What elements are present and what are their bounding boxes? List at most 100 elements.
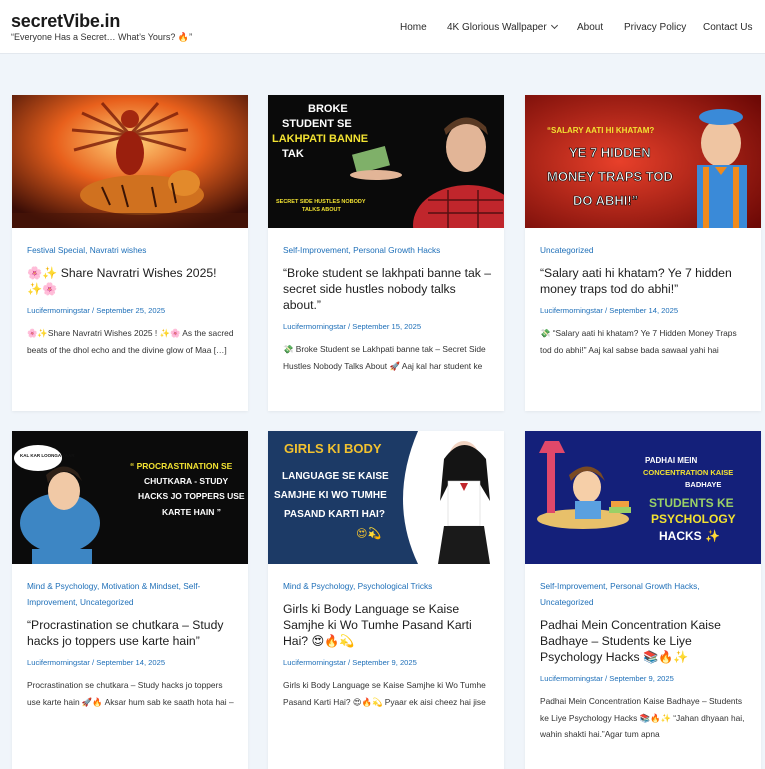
post-card: GIRLS KI BODY LANGUAGE SE KAISE SAMJHE K… [268, 431, 504, 769]
thumb-headline: SAMJHE KI WO TUMHE [274, 490, 387, 501]
post-title[interactable]: 🌸✨ Share Navratri Wishes 2025! ✨🌸 [27, 265, 235, 297]
post-title[interactable]: “Procrastination se chutkara – Study hac… [27, 617, 235, 649]
post-excerpt: Girls ki Body Language se Kaise Samjhe k… [283, 680, 486, 707]
post-excerpt: 💸 Broke Student se Lakhpati banne tak – … [283, 344, 486, 371]
thumb-headline: TAK [282, 148, 304, 160]
post-content: Mind & Psychology, Motivation & Mindset,… [27, 578, 235, 710]
site-header: secretVibe.in “Everyone Has a Secret… Wh… [0, 0, 765, 54]
thumb-headline: YE 7 HIDDEN [569, 145, 651, 160]
nav-item-wallpaper-label: 4K Glorious Wallpaper [447, 22, 547, 33]
salary-traps-image: “SALARY AATI HI KHATAM? YE 7 HIDDEN MONE… [525, 95, 761, 228]
chevron-down-icon [550, 21, 558, 30]
thumb-headline: CHUTKARA - STUDY [144, 476, 229, 486]
durga-artwork-image [12, 95, 248, 228]
post-thumbnail[interactable]: KAL KAR LOONGA YAAR “ PROCRASTINATION SE… [12, 431, 248, 564]
nav-item-contact-us[interactable]: Contact Us [703, 21, 752, 35]
post-date: September 15, 2025 [352, 322, 422, 331]
thumb-headline: HACKS JO TOPPERS USE [138, 491, 245, 501]
post-categories: Uncategorized [540, 242, 748, 258]
thumb-headline: BADHAYE [685, 480, 721, 489]
post-card: PADHAI MEIN CONCENTRATION KAISE BADHAYE … [525, 431, 761, 769]
category-link[interactable]: Uncategorized [540, 245, 594, 255]
category-link[interactable]: Psychological Tricks [358, 581, 433, 591]
post-thumbnail[interactable]: “SALARY AATI HI KHATAM? YE 7 HIDDEN MONE… [525, 95, 761, 228]
thumb-headline: KARTE HAIN ” [162, 507, 221, 517]
post-meta: Lucifermorningstar / September 14, 2025 [540, 306, 679, 315]
category-link[interactable]: Uncategorized [540, 597, 594, 607]
post-meta: Lucifermorningstar / September 9, 2025 [540, 674, 674, 683]
post-content: Mind & Psychology, Psychological Tricks … [283, 578, 491, 710]
thumb-headline: STUDENTS KE [649, 496, 734, 510]
post-content: Festival Special, Navratri wishes 🌸✨ Sha… [27, 242, 235, 358]
thumb-headline: GIRLS KI BODY [284, 441, 382, 456]
post-thumbnail[interactable] [12, 95, 248, 228]
nav-item-about[interactable]: About [577, 21, 603, 35]
thumb-headline: PSYCHOLOGY [651, 512, 736, 526]
category-link[interactable]: Self-Improvement [540, 581, 605, 591]
body-language-image: GIRLS KI BODY LANGUAGE SE KAISE SAMJHE K… [268, 431, 504, 564]
thumb-subline: SECRET SIDE HUSTLES NOBODY [276, 199, 366, 205]
post-excerpt: 🌸✨Share Navratri Wishes 2025 ! ✨🌸 As the… [27, 328, 234, 355]
post-thumbnail[interactable]: GIRLS KI BODY LANGUAGE SE KAISE SAMJHE K… [268, 431, 504, 564]
category-link[interactable]: Uncategorized [80, 597, 134, 607]
thumb-headline: LANGUAGE SE KAISE [282, 471, 389, 482]
post-date: September 25, 2025 [96, 306, 166, 315]
post-content: Self-Improvement, Personal Growth Hacks … [283, 242, 491, 374]
nav-item-privacy-policy[interactable]: Privacy Policy [624, 21, 686, 35]
thumb-headline: HACKS ✨ [659, 529, 720, 543]
post-categories: Mind & Psychology, Motivation & Mindset,… [27, 581, 201, 607]
thumb-emoji: 😍💫 [356, 527, 381, 541]
post-date: September 9, 2025 [352, 658, 417, 667]
category-link[interactable]: Self-Improvement [283, 245, 348, 255]
post-categories: Mind & Psychology, Psychological Tricks [283, 581, 433, 591]
post-categories: Self-Improvement, Personal Growth Hacks [283, 245, 441, 255]
post-meta: Lucifermorningstar / September 15, 2025 [283, 322, 422, 331]
nav-item-home[interactable]: Home [400, 21, 427, 35]
category-link[interactable]: Mind & Psychology [27, 581, 97, 591]
category-link[interactable]: Navratri wishes [90, 245, 147, 255]
category-link[interactable]: Motivation & Mindset [102, 581, 179, 591]
post-excerpt: Padhai Mein Concentration Kaise Badhaye … [540, 696, 745, 739]
post-author[interactable]: Lucifermorningstar [27, 306, 90, 315]
thumb-headline: STUDENT SE [282, 118, 352, 130]
thumb-headline: LAKHPATI BANNE [272, 133, 368, 145]
thumb-subline: TALKS ABOUT [302, 207, 341, 213]
thumb-headline: “SALARY AATI HI KHATAM? [547, 126, 654, 135]
post-title[interactable]: “Salary aati hi khatam? Ye 7 hidden mone… [540, 265, 748, 297]
post-thumbnail[interactable]: PADHAI MEIN CONCENTRATION KAISE BADHAYE … [525, 431, 761, 564]
post-author[interactable]: Lucifermorningstar [540, 674, 603, 683]
thumb-headline: MONEY TRAPS TOD [547, 169, 673, 184]
post-card: BROKE STUDENT SE LAKHPATI BANNE TAK SECR… [268, 95, 504, 411]
post-title[interactable]: Girls ki Body Language se Kaise Samjhe k… [283, 601, 491, 649]
post-author[interactable]: Lucifermorningstar [27, 658, 90, 667]
thumb-headline: DO ABHI!” [573, 193, 638, 208]
post-content: Uncategorized “Salary aati hi khatam? Ye… [540, 242, 748, 358]
procrastination-image: KAL KAR LOONGA YAAR “ PROCRASTINATION SE… [12, 431, 248, 564]
thumb-bubble-text: KAL KAR LOONGA YAAR [20, 453, 75, 458]
post-thumbnail[interactable]: BROKE STUDENT SE LAKHPATI BANNE TAK SECR… [268, 95, 504, 228]
post-excerpt: Procrastination se chutkara – Study hack… [27, 680, 234, 707]
post-meta: Lucifermorningstar / September 25, 2025 [27, 306, 166, 315]
thumb-headline: CONCENTRATION KAISE [643, 468, 733, 477]
category-link[interactable]: Personal Growth Hacks [353, 245, 440, 255]
post-author[interactable]: Lucifermorningstar [540, 306, 603, 315]
post-meta: Lucifermorningstar / September 9, 2025 [283, 658, 417, 667]
post-title[interactable]: “Broke student se lakhpati banne tak – s… [283, 265, 491, 313]
post-excerpt: 💸 “Salary aati hi khatam? Ye 7 Hidden Mo… [540, 328, 737, 355]
post-content: Self-Improvement, Personal Growth Hacks,… [540, 578, 748, 743]
post-author[interactable]: Lucifermorningstar [283, 658, 346, 667]
nav-item-wallpaper[interactable]: 4K Glorious Wallpaper [447, 21, 558, 35]
category-link[interactable]: Personal Growth Hacks [610, 581, 697, 591]
post-author[interactable]: Lucifermorningstar [283, 322, 346, 331]
thumb-headline: “ PROCRASTINATION SE [130, 461, 233, 471]
concentration-image: PADHAI MEIN CONCENTRATION KAISE BADHAYE … [525, 431, 761, 564]
category-link[interactable]: Festival Special [27, 245, 85, 255]
post-card: Festival Special, Navratri wishes 🌸✨ Sha… [12, 95, 248, 411]
post-card: KAL KAR LOONGA YAAR “ PROCRASTINATION SE… [12, 431, 248, 769]
post-title[interactable]: Padhai Mein Concentration Kaise Badhaye … [540, 617, 748, 665]
post-categories: Festival Special, Navratri wishes [27, 245, 147, 255]
category-link[interactable]: Mind & Psychology [283, 581, 353, 591]
post-card: “SALARY AATI HI KHATAM? YE 7 HIDDEN MONE… [525, 95, 761, 411]
main-navigation: Home 4K Glorious Wallpaper About Privacy… [0, 21, 765, 35]
thumb-headline: PADHAI MEIN [645, 456, 698, 465]
